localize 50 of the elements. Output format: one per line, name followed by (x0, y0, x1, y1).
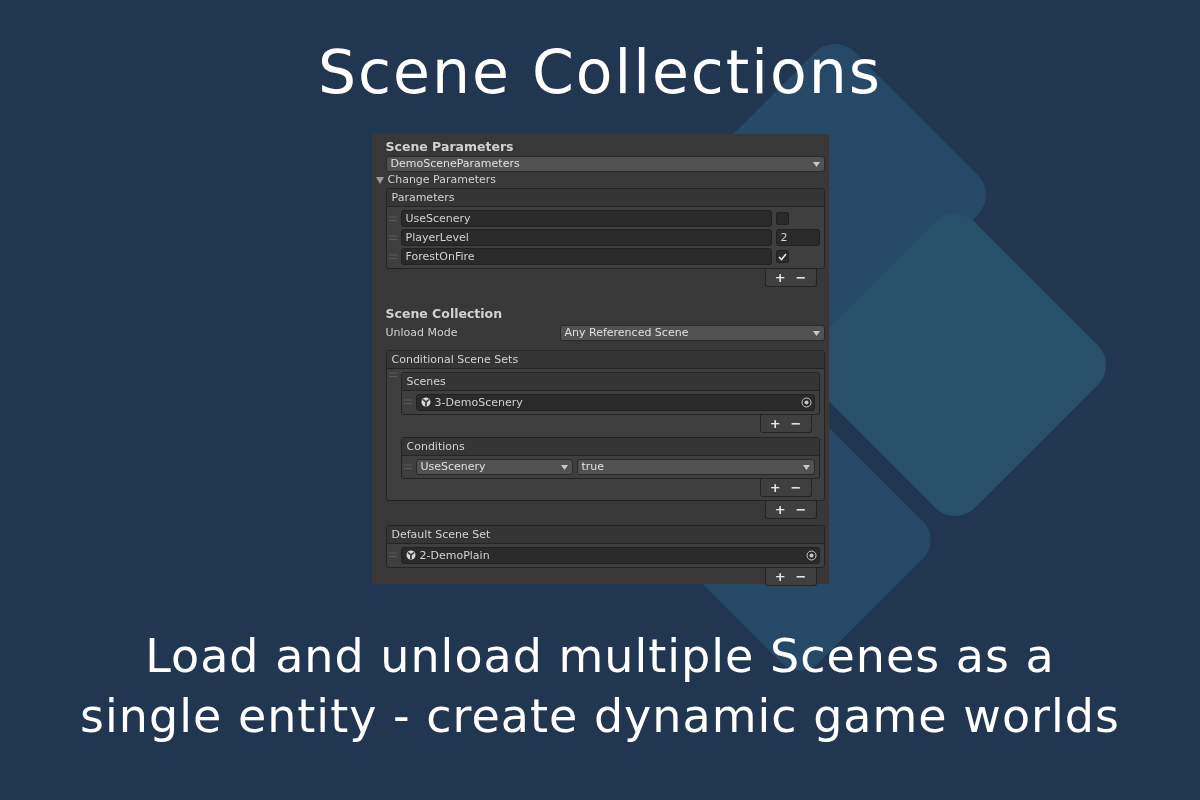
caption-line: Load and unload multiple Scenes as a (144, 628, 1056, 685)
parameter-dropdown[interactable]: UseScenery (415, 458, 573, 475)
add-button[interactable]: + (770, 567, 790, 585)
caption-line: single entity - create dynamic game worlds (79, 688, 1121, 745)
check-icon (777, 252, 787, 261)
scene-icon (405, 550, 416, 560)
number-field[interactable]: 2 (775, 229, 820, 246)
scene-field[interactable]: 2-DemoPlain (400, 546, 820, 564)
field-label: Unload Mode (385, 325, 459, 341)
drag-handle-icon (388, 215, 397, 222)
list-header: Parameters (386, 189, 824, 207)
scene-field[interactable]: 3-DemoScenery (415, 393, 815, 411)
remove-button[interactable]: − (791, 269, 811, 286)
section-heading: Scene Parameters (384, 138, 515, 156)
drag-handle-icon (388, 253, 397, 260)
parameter-name-field[interactable]: ForestOnFire (400, 248, 772, 265)
dropdown-caret-icon (802, 464, 810, 470)
section-heading: Scene Collection (384, 305, 504, 323)
dropdown-caret-icon (560, 464, 568, 470)
drag-handle-icon (388, 371, 397, 378)
add-button[interactable]: + (765, 414, 785, 432)
drag-handle-icon (403, 399, 412, 405)
dropdown[interactable]: DemoSceneParameters (385, 156, 825, 172)
remove-button[interactable]: − (786, 414, 806, 432)
list-header: Scenes (401, 372, 819, 391)
add-button[interactable]: + (765, 478, 785, 496)
dropdown-caret-icon (812, 331, 820, 337)
drag-handle-icon (388, 552, 397, 558)
checkbox[interactable] (775, 212, 789, 225)
drag-handle-icon (388, 234, 397, 241)
list-header: Conditional Scene Sets (386, 350, 824, 369)
object-picker-icon (805, 549, 817, 561)
add-button[interactable]: + (770, 500, 790, 518)
remove-button[interactable]: − (791, 500, 811, 518)
scene-icon (420, 397, 431, 407)
condition-value-dropdown[interactable]: true (576, 458, 815, 475)
page-title: Scene Collections (316, 36, 883, 108)
checkbox[interactable] (775, 250, 789, 263)
drag-handle-icon (403, 463, 412, 470)
list-header: Conditions (401, 437, 819, 456)
list-header: Default Scene Set (386, 525, 824, 544)
object-picker-icon (800, 396, 812, 408)
remove-button[interactable]: − (791, 567, 811, 585)
parameter-name-field[interactable]: PlayerLevel (400, 229, 772, 246)
parameter-name-field[interactable]: UseScenery (400, 210, 772, 227)
unload-mode-dropdown[interactable]: Any Referenced Scene (559, 325, 825, 342)
remove-button[interactable]: − (786, 478, 806, 496)
add-button[interactable]: + (770, 269, 790, 286)
foldout[interactable]: Change Parameters (375, 173, 825, 188)
dropdown-caret-icon (812, 162, 820, 167)
